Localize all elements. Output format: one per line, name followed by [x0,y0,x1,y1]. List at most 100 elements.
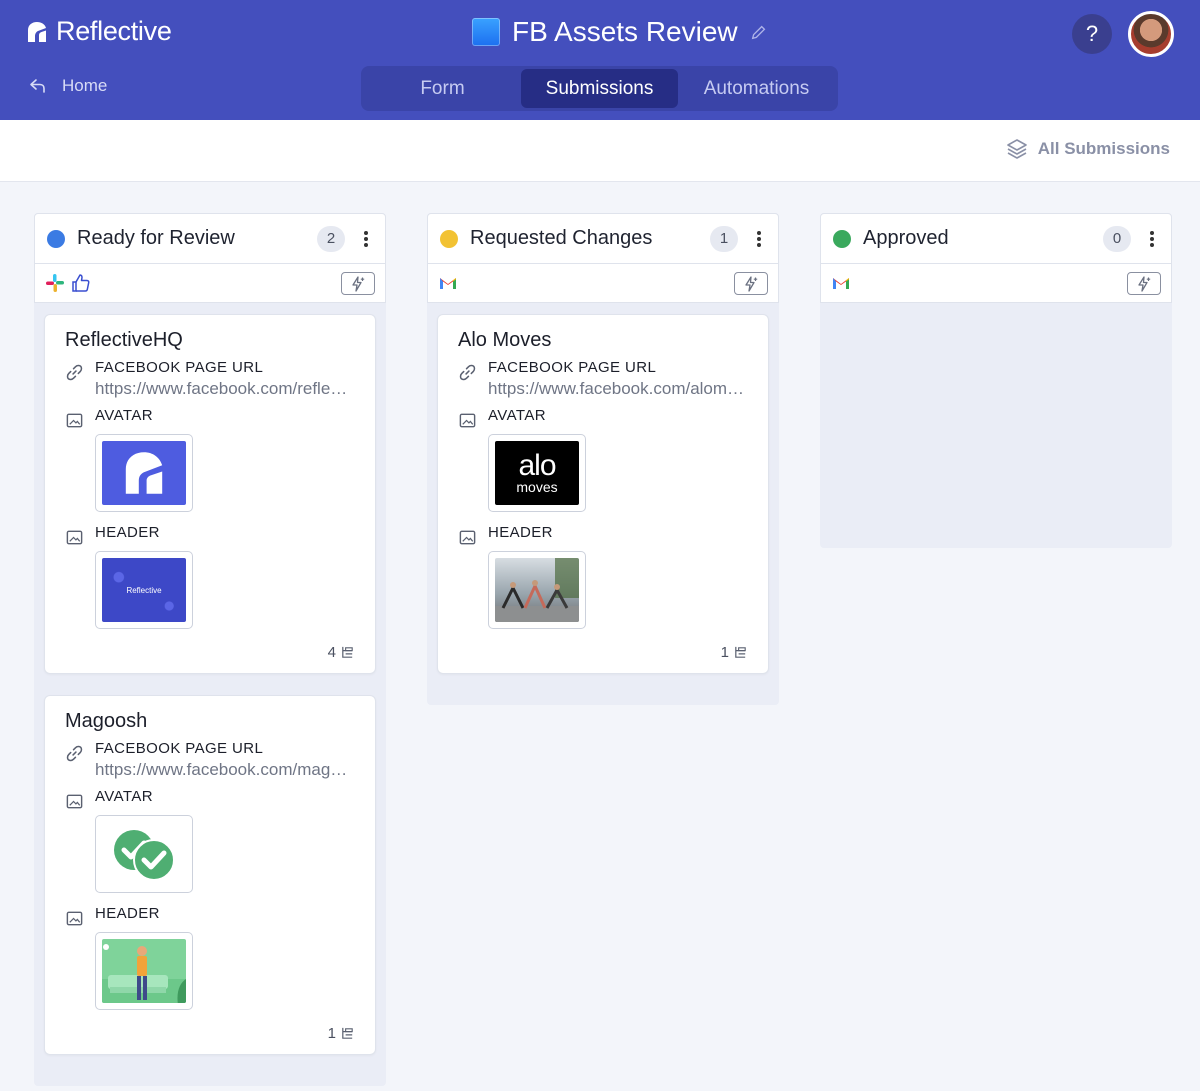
column-body: ReflectiveHQ FACEBOOK PAGE URL https://w… [34,303,386,1086]
yoga-class-photo [495,558,579,622]
tab-submissions[interactable]: Submissions [521,69,678,108]
reflective-logo-icon [28,21,46,42]
gmail-icon[interactable] [831,273,851,293]
field-label: HEADER [488,524,553,541]
avatar-thumbnail[interactable] [95,815,193,893]
all-submissions-button[interactable]: All Submissions [1006,138,1170,160]
column-integrations [34,264,386,303]
view-tabs: Form Submissions Automations [361,66,838,111]
column-header: Approved 0 [820,213,1172,264]
field-label: AVATAR [488,407,546,424]
home-label: Home [62,76,108,95]
tab-automations[interactable]: Automations [678,69,835,108]
form-title[interactable]: FB Assets Review [472,16,768,48]
url-field: FACEBOOK PAGE URL https://www.facebook.c… [65,359,355,399]
card-footer: 1 [65,1022,355,1044]
thread-icon [342,646,353,658]
column-menu-icon[interactable] [359,229,373,249]
illustration-person-couch [102,944,186,1003]
image-icon [66,911,83,926]
automation-button[interactable] [1127,272,1161,295]
column-menu-icon[interactable] [1145,229,1159,249]
submission-card[interactable]: Magoosh FACEBOOK PAGE URL https://www.fa… [44,695,376,1055]
card-footer: 4 [65,641,355,663]
form-color-icon [472,18,500,46]
user-avatar[interactable] [1128,11,1174,57]
column-integrations [820,264,1172,303]
column-count-badge: 1 [710,225,738,252]
field-label: HEADER [95,524,160,541]
comment-count: 1 [327,1024,336,1042]
avatar-field: AVATAR [65,407,355,516]
alo-logo-sub: moves [516,479,558,495]
column-requested-changes: Requested Changes 1 Alo Moves FACEBOOK P… [427,213,779,705]
thumbs-up-icon[interactable] [71,273,91,293]
header-thumbnail[interactable] [95,932,193,1010]
card-title: Alo Moves [458,329,552,351]
brand-name: Reflective [56,16,172,46]
card-title: Magoosh [65,710,148,732]
column-header: Ready for Review 2 [34,213,386,264]
link-icon [66,745,83,762]
column-title: Requested Changes [470,227,653,249]
column-body: Alo Moves FACEBOOK PAGE URL https://www.… [427,303,779,705]
reflective-avatar-logo [125,452,163,494]
brand[interactable]: Reflective [26,16,172,47]
submission-card[interactable]: ReflectiveHQ FACEBOOK PAGE URL https://w… [44,314,376,674]
status-dot [47,229,65,248]
avatar-field: AVATAR alo moves [458,407,748,516]
comment-count: 1 [720,643,729,661]
pencil-icon[interactable] [750,23,768,41]
link-icon [66,364,83,381]
column-menu-icon[interactable] [752,229,766,249]
layers-icon [1006,139,1027,159]
column-title: Approved [863,227,949,249]
lightning-plus-icon [1138,275,1151,292]
url-field: FACEBOOK PAGE URL https://www.facebook.c… [65,740,355,780]
home-link[interactable]: Home [28,76,107,96]
column-integrations [427,264,779,303]
header-field: HEADER Reflective [65,524,355,633]
field-label: FACEBOOK PAGE URL [488,359,657,376]
field-label: AVATAR [95,407,153,424]
field-label: FACEBOOK PAGE URL [95,740,264,757]
url-value[interactable]: https://www.facebook.com/reflectivehq [95,379,355,399]
alo-logo-main: alo [518,449,556,482]
lightning-plus-icon [745,275,758,292]
image-icon [66,413,83,428]
header-thumbnail[interactable] [488,551,586,629]
column-approved: Approved 0 [820,213,1172,548]
header-field: HEADER [458,524,748,633]
url-field: FACEBOOK PAGE URL https://www.facebook.c… [458,359,748,399]
field-label: FACEBOOK PAGE URL [95,359,264,376]
header-thumbnail[interactable]: Reflective [95,551,193,629]
thread-icon [735,646,746,658]
comment-count: 4 [327,643,336,661]
image-icon [66,530,83,545]
column-body-empty [820,303,1172,548]
automation-button[interactable] [734,272,768,295]
avatar-thumbnail[interactable] [95,434,193,512]
automation-button[interactable] [341,272,375,295]
header-field: HEADER [65,905,355,1014]
avatar-field: AVATAR [65,788,355,897]
submissions-toolbar: All Submissions [0,120,1200,182]
submission-card[interactable]: Alo Moves FACEBOOK PAGE URL https://www.… [437,314,769,674]
thread-icon [342,1027,353,1039]
url-value[interactable]: https://www.facebook.com/alomoves [488,379,748,399]
gmail-icon[interactable] [438,273,458,293]
avatar-thumbnail[interactable]: alo moves [488,434,586,512]
slack-icon[interactable] [45,273,65,293]
double-check-logo-icon [114,830,175,881]
link-icon [459,364,476,381]
column-count-badge: 0 [1103,225,1131,252]
all-submissions-label: All Submissions [1037,139,1170,158]
column-header: Requested Changes 1 [427,213,779,264]
url-value[interactable]: https://www.facebook.com/magoosh [95,760,355,780]
image-icon [459,413,476,428]
tab-form[interactable]: Form [364,69,521,108]
top-bar: Reflective FB Assets Review ? Home Form … [0,0,1200,120]
help-button[interactable]: ? [1072,14,1112,54]
column-title: Ready for Review [77,227,235,249]
image-icon [459,530,476,545]
